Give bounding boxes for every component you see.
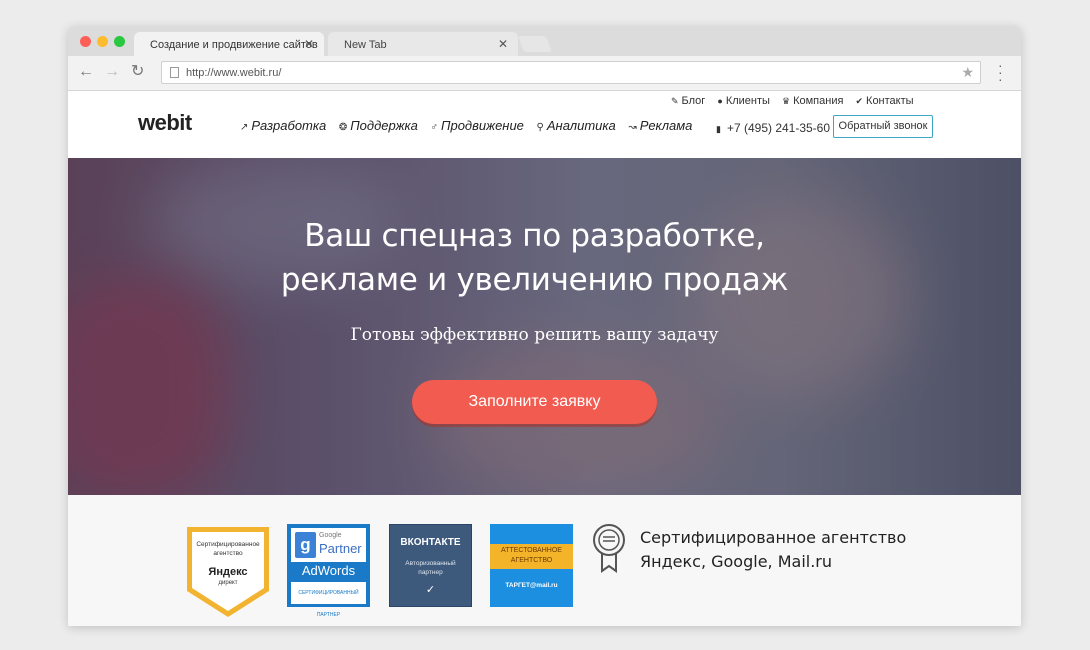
mail-line1: АТТЕСТОВАННОЕ	[501, 547, 562, 554]
hero-title-line1: Ваш спецназ по разработке,	[304, 218, 765, 254]
site-logo[interactable]: webit	[138, 110, 192, 136]
google-badge-top: g Google Partner	[291, 528, 366, 562]
hero-section: Ваш спецназ по разработке, рекламе и увел…	[68, 158, 1021, 495]
google-partner-badge: g Google Partner AdWords СЕРТИФИЦИРОВАНН…	[287, 524, 370, 618]
trend-icon: ↝	[628, 122, 637, 133]
vk-line2: партнер	[418, 569, 443, 576]
cursor-icon: ↗	[240, 122, 249, 133]
address-bar[interactable]: http://www.webit.ru/ ★	[161, 61, 981, 84]
nav-item-support[interactable]: ❂ Поддержка	[339, 118, 418, 133]
mail-badge-brand: ТАРГЕТ@mail.ru	[505, 582, 558, 589]
nav-item-promotion[interactable]: ♂ Продвижение	[431, 118, 524, 133]
google-cert-label: СЕРТИФИЦИРОВАННЫЙ ПАРТНЕР	[291, 582, 366, 618]
check-icon: ✔	[855, 96, 864, 106]
vk-line1: Авторизованный	[405, 560, 456, 567]
partner-label: Partner	[319, 541, 362, 556]
top-nav-clients[interactable]: ● Клиенты	[717, 95, 770, 107]
certification-text-line1: Сертифицированное агентство	[640, 528, 907, 547]
top-nav: ✎ Блог ● Клиенты ♛ Компания ✔ Контакты	[671, 95, 923, 107]
back-icon[interactable]: ←	[78, 63, 94, 81]
certification-text: Сертифицированное агентство Яндекс, Goog…	[640, 526, 906, 574]
bookmark-star-icon[interactable]: ★	[961, 64, 974, 81]
mailru-target-badge: АТТЕСТОВАННОЕ АГЕНТСТВО ТАРГЕТ@mail.ru	[490, 524, 573, 607]
minimize-window-button[interactable]	[97, 36, 108, 47]
pencil-icon: ✎	[671, 96, 679, 106]
adwords-label: AdWords	[301, 563, 356, 578]
tab-title: Создание и продвижение сайтов	[150, 39, 318, 51]
new-tab-button[interactable]	[518, 36, 552, 52]
mail-badge-title: АТТЕСТОВАННОЕ АГЕНТСТВО	[490, 546, 573, 566]
submit-request-button[interactable]: Заполните заявку	[412, 380, 657, 424]
yandex-badge-product: директ	[219, 580, 238, 586]
vk-subtitle: Авторизованный партнер	[390, 559, 471, 577]
site-header: webit ↗ Разработка ❂ Поддержка ♂ Продвижени…	[68, 91, 1021, 158]
google-cert-line2: ПАРТНЕР	[316, 612, 341, 618]
magnifier-icon: ⚲	[536, 122, 544, 133]
lifebuoy-icon: ❂	[338, 122, 348, 133]
browser-toolbar: ← → ↻ http://www.webit.ru/ ★ · · ·	[68, 56, 1021, 91]
rocket-icon: ♂	[430, 122, 439, 133]
hero-subtitle: Готовы эффективно решить вашу задачу	[350, 325, 719, 345]
vk-title: ВКОНТАКТЕ	[400, 537, 461, 548]
zoom-window-button[interactable]	[114, 36, 125, 47]
tab-new-tab[interactable]: New Tab ✕	[328, 32, 518, 56]
yandex-badge-line2: агентство	[213, 550, 243, 557]
google-g-logo: g	[295, 532, 316, 558]
hero-title-line2: рекламе и увеличению продаж	[280, 262, 789, 298]
yandex-badge-line1: Сертифицированное	[196, 541, 260, 548]
close-icon[interactable]: ✕	[304, 37, 314, 51]
close-window-button[interactable]	[80, 36, 91, 47]
browser-window: Создание и продвижение сайтов ✕ New Tab …	[68, 26, 1021, 626]
crown-icon: ♛	[782, 96, 791, 106]
top-nav-contacts[interactable]: ✔ Контакты	[855, 95, 913, 107]
tab-webit[interactable]: Создание и продвижение сайтов ✕	[134, 32, 324, 56]
callback-button[interactable]: Обратный звонок	[833, 115, 933, 138]
reload-icon[interactable]: ↻	[131, 63, 144, 81]
top-nav-blog[interactable]: ✎ Блог	[671, 95, 705, 107]
vk-partner-badge: ВКОНТАКТЕ Авторизованный партнер ✓	[389, 524, 472, 607]
user-icon: ●	[717, 96, 723, 106]
nav-item-advertising[interactable]: ↝ Реклама	[628, 118, 692, 133]
tab-title: New Tab	[344, 39, 387, 51]
main-nav: ↗ Разработка ❂ Поддержка ♂ Продвижение ⚲ Ана…	[240, 118, 701, 133]
yandex-direct-badge: Сертифицированное агентство Яндекс дирек…	[187, 527, 269, 617]
phone-number[interactable]: ▮ +7 (495) 241-35-60	[716, 121, 830, 135]
mail-line2: АГЕНТСТВО	[510, 557, 553, 564]
browser-menu-icon[interactable]: · · ·	[998, 58, 1004, 86]
google-label: Google	[319, 532, 342, 539]
google-cert-line1: СЕРТИФИЦИРОВАННЫЙ	[298, 590, 359, 596]
page-icon	[170, 67, 179, 78]
tab-bar: Создание и продвижение сайтов ✕ New Tab …	[68, 26, 1021, 56]
hero-title: Ваш спецназ по разработке, рекламе и увел…	[68, 214, 1001, 302]
top-nav-company[interactable]: ♛ Компания	[782, 95, 843, 107]
yandex-badge-brand: Яндекс	[208, 566, 247, 578]
nav-item-analytics[interactable]: ⚲ Аналитика	[537, 118, 616, 133]
nav-item-development[interactable]: ↗ Разработка	[240, 118, 326, 133]
certificate-icon	[593, 524, 625, 573]
certifications-section: Сертифицированное агентство Яндекс дирек…	[68, 495, 1021, 626]
forward-icon[interactable]: →	[104, 63, 120, 81]
close-icon[interactable]: ✕	[498, 37, 508, 51]
url-text[interactable]: http://www.webit.ru/	[186, 67, 281, 79]
certification-text-line2: Яндекс, Google, Mail.ru	[640, 552, 833, 571]
phone-icon: ▮	[716, 124, 721, 134]
check-icon: ✓	[425, 584, 436, 596]
